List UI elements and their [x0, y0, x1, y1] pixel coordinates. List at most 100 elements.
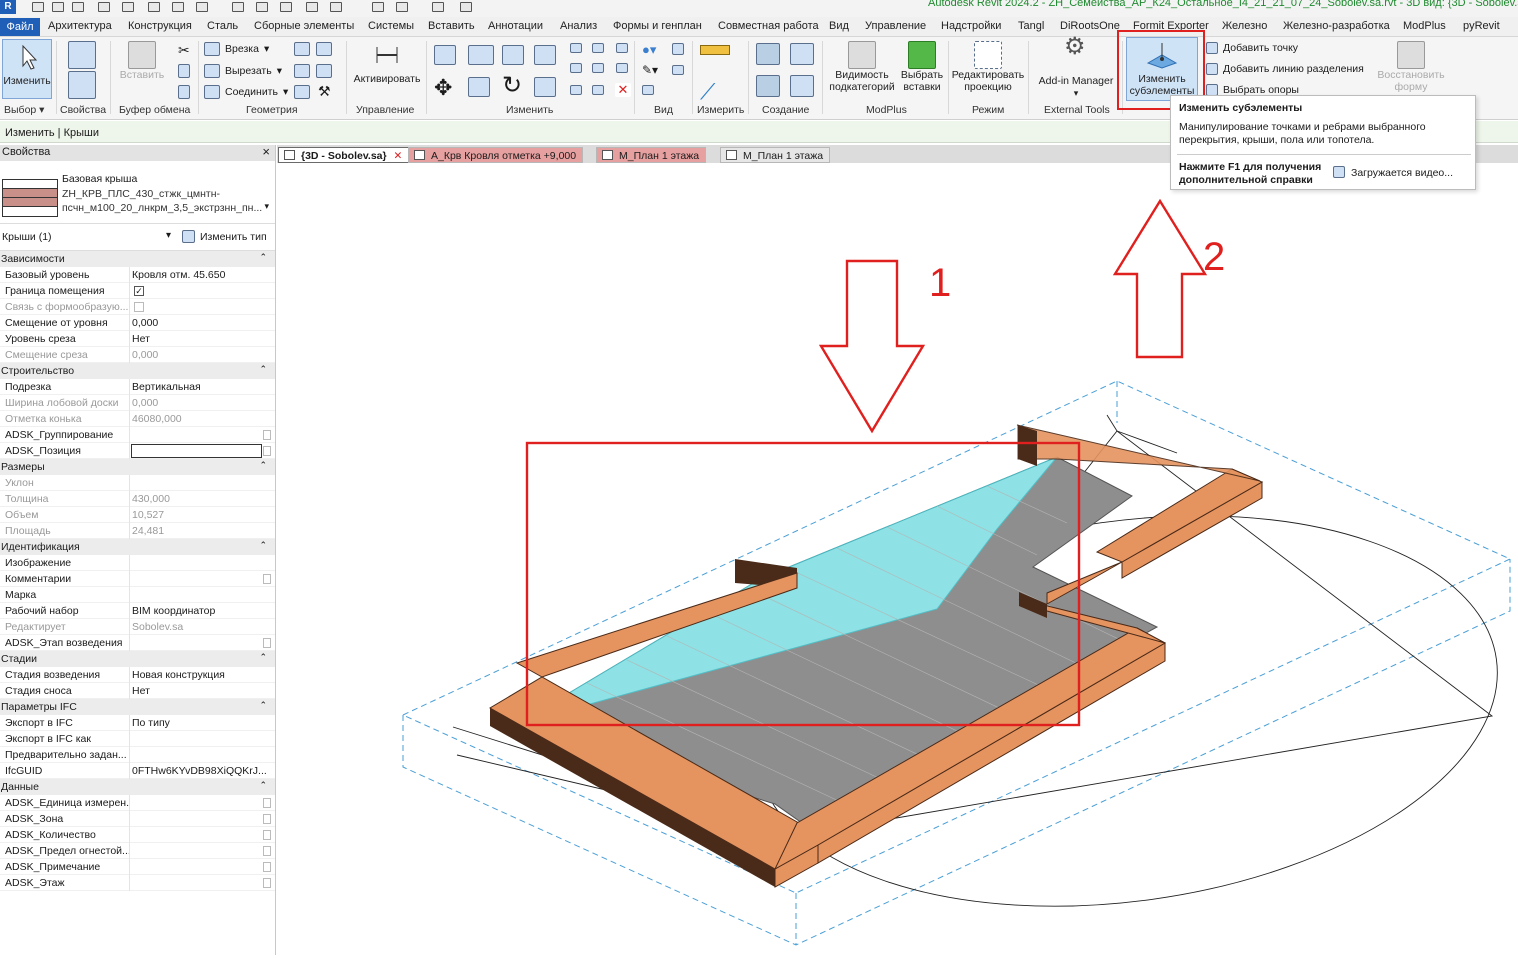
text-tag-icon[interactable] [280, 2, 292, 12]
property-row[interactable]: ADSK_Количество [0, 827, 275, 843]
array-icon[interactable] [570, 63, 582, 73]
dimension-tool-icon[interactable]: ⟋ [700, 79, 715, 105]
tab-view[interactable]: Вид [829, 20, 849, 32]
open-icon[interactable] [32, 2, 44, 12]
property-group-header[interactable]: Данные ⌃ [0, 779, 275, 795]
property-row[interactable]: Ширина лобовой доски 0,000 [0, 395, 275, 411]
revit-logo[interactable]: R [0, 0, 16, 14]
filter-dropdown[interactable]: Крыши (1) [2, 231, 52, 243]
property-row[interactable]: IfcGUID 0FTHw6KYvDB98XiQQKrJ... [0, 763, 275, 779]
property-row[interactable]: ADSK_Этаж [0, 875, 275, 891]
property-value[interactable]: Вертикальная [132, 381, 201, 393]
property-value[interactable]: Нет [132, 333, 150, 345]
tab-file[interactable]: Файл [0, 18, 40, 36]
add-point-button[interactable]: Добавить точку [1206, 42, 1298, 54]
property-row[interactable]: Толщина 430,000 [0, 491, 275, 507]
tab-systems[interactable]: Системы [368, 20, 414, 32]
pin-icon[interactable] [232, 2, 244, 12]
tab-structure[interactable]: Конструкция [128, 20, 192, 32]
linework-icon[interactable]: ✎▾ [642, 63, 658, 77]
mirror-draw-icon[interactable] [534, 45, 556, 65]
property-row[interactable]: Смещение от уровня 0,000 [0, 315, 275, 331]
trim-icon[interactable] [616, 43, 628, 53]
tab-architecture[interactable]: Архитектура [48, 20, 112, 32]
property-group-header[interactable]: Стадии ⌃ [0, 651, 275, 667]
property-checkbox[interactable] [134, 302, 144, 312]
edit-type-button[interactable]: Изменить тип [200, 231, 267, 243]
property-row[interactable]: Изображение [0, 555, 275, 571]
property-row[interactable]: ADSK_Этап возведения [0, 635, 275, 651]
property-row[interactable]: Подрезка Вертикальная [0, 379, 275, 395]
property-value[interactable]: 46080,000 [132, 413, 182, 425]
collapse-icon[interactable]: ⌃ [259, 364, 267, 375]
modify-button[interactable]: Изменить [2, 43, 52, 87]
tab-precast[interactable]: Сборные элементы [254, 20, 354, 32]
align-icon[interactable] [434, 45, 456, 65]
3d-scene[interactable]: 1 2 [277, 163, 1518, 955]
select-inserts-button[interactable]: Выбрать вставки [898, 41, 946, 93]
property-row[interactable]: Экспорт в IFC По типу [0, 715, 275, 731]
browse-button[interactable] [263, 638, 271, 648]
cut-icon[interactable]: ✂ [178, 42, 190, 59]
home-icon[interactable] [372, 2, 384, 12]
add-split-line-button[interactable]: Добавить линию разделения [1206, 63, 1364, 75]
tab-annotate[interactable]: Аннотации [488, 20, 543, 32]
browse-button[interactable] [263, 878, 271, 888]
cut-geometry-button[interactable]: Вырезать ▾ [204, 64, 282, 78]
override-graphics-icon[interactable] [642, 85, 654, 95]
property-group-header[interactable]: Строительство ⌃ [0, 363, 275, 379]
property-value[interactable]: 0FTHw6KYvDB98XiQQKrJ... [132, 765, 267, 777]
property-value[interactable]: 24,481 [132, 525, 164, 537]
move-icon[interactable]: ✥ [434, 75, 452, 101]
paste-button[interactable]: Вставить [118, 41, 166, 81]
tab-massing[interactable]: Формы и генплан [613, 20, 702, 32]
close-icon[interactable]: ✕ [394, 150, 403, 162]
thin-lines-icon[interactable] [432, 2, 444, 12]
unpin-icon[interactable] [592, 85, 604, 95]
property-row[interactable]: ADSK_Предел огнестой... [0, 843, 275, 859]
text-icon[interactable] [196, 2, 208, 12]
hammer-icon[interactable]: ⚒ [318, 83, 331, 100]
property-group-header[interactable]: Размеры ⌃ [0, 459, 275, 475]
property-group-header[interactable]: Зависимости ⌃ [0, 251, 275, 267]
activate-button[interactable]: Активировать [350, 41, 424, 85]
property-value[interactable]: BIM координатор [132, 605, 215, 617]
view-tab-3d[interactable]: {3D - Sobolev.sa} ✕ [278, 147, 410, 163]
property-row[interactable]: Экспорт в IFC как [0, 731, 275, 747]
collapse-icon[interactable]: ⌃ [259, 780, 267, 791]
property-checkbox[interactable]: ✓ [134, 286, 144, 296]
close-hidden-icon[interactable] [460, 2, 472, 12]
split-face-icon[interactable] [294, 64, 310, 78]
property-row[interactable]: Площадь 24,481 [0, 523, 275, 539]
collapse-icon[interactable]: ⌃ [259, 460, 267, 471]
property-row[interactable]: Уровень среза Нет [0, 331, 275, 347]
delete-icon[interactable]: ✕ [615, 83, 631, 97]
split-icon[interactable] [570, 43, 582, 53]
type-selector[interactable]: Базовая крыша ZH_КРВ_ПЛС_430_стжк_цмнтн-… [0, 161, 275, 224]
collapse-icon[interactable]: ⌃ [259, 540, 267, 551]
scale-icon[interactable] [592, 63, 604, 73]
property-row[interactable]: ADSK_Позиция [0, 443, 275, 459]
undo-icon[interactable] [98, 2, 110, 12]
property-value[interactable]: Новая конструкция [132, 669, 225, 681]
property-value[interactable]: 10,527 [132, 509, 164, 521]
redo-icon[interactable] [122, 2, 134, 12]
tab-dirootsone[interactable]: DiRootsOne [1060, 20, 1120, 32]
tab-pyrevit[interactable]: pyRevit [1463, 20, 1500, 32]
filters-icon[interactable] [672, 65, 684, 75]
property-value[interactable]: Sobolev.sa [132, 621, 183, 633]
tab-analyze[interactable]: Анализ [560, 20, 597, 32]
tab-collaborate[interactable]: Совместная работа [718, 20, 819, 32]
tab-manage[interactable]: Управление [865, 20, 926, 32]
browse-button[interactable] [263, 430, 271, 440]
property-row[interactable]: Редактирует Sobolev.sa [0, 619, 275, 635]
3d-viewport[interactable]: 1 2 [277, 163, 1518, 955]
tab-insert[interactable]: Вставить [428, 20, 475, 32]
offset-icon[interactable] [468, 45, 494, 65]
property-row[interactable]: Граница помещения ✓ [0, 283, 275, 299]
properties-button[interactable] [62, 41, 102, 99]
addin-manager-button[interactable]: ⚙ Add-in Manager ▾ [1034, 35, 1118, 99]
edit-projection-button[interactable]: Редактировать проекцию [950, 41, 1026, 93]
browse-button[interactable] [263, 862, 271, 872]
save-icon[interactable] [52, 2, 64, 12]
